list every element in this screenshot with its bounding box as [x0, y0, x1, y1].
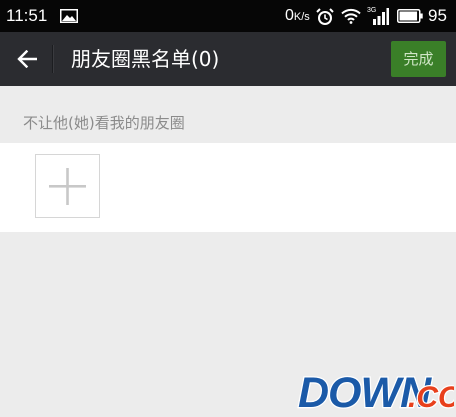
watermark-suffix-text: .CC: [408, 381, 454, 414]
section-label: 不让他(她)看我的朋友圈: [23, 114, 185, 132]
network-speed: 0K/s: [285, 7, 310, 26]
status-time: 11:51: [6, 6, 48, 25]
network-speed-value: 0: [285, 7, 294, 24]
back-button[interactable]: [6, 38, 48, 80]
down-cc-watermark-logo: DOWN .CC: [297, 368, 454, 415]
title-divider: [52, 45, 54, 73]
status-bar: 11:51 0K/s 3G 95: [0, 0, 456, 32]
back-arrow-icon: [17, 50, 37, 68]
battery-percent: 95: [428, 6, 447, 25]
wifi-icon: [341, 8, 361, 24]
title-bar: 朋友圈黑名单(0) 完成: [0, 32, 456, 86]
signal-3g-icon: 3G: [367, 7, 389, 25]
plus-icon: [49, 168, 86, 205]
add-member-button[interactable]: [35, 154, 100, 218]
image-icon: [60, 9, 78, 23]
page-title: 朋友圈黑名单(0): [71, 47, 220, 71]
battery-fill: [399, 11, 418, 21]
battery-icon: [397, 9, 423, 23]
network-speed-unit: K/s: [293, 11, 310, 23]
signal-label: 3G: [367, 7, 376, 14]
blacklist-panel: [0, 143, 456, 232]
done-button[interactable]: 完成: [391, 41, 446, 77]
alarm-clock-icon: [316, 8, 334, 25]
